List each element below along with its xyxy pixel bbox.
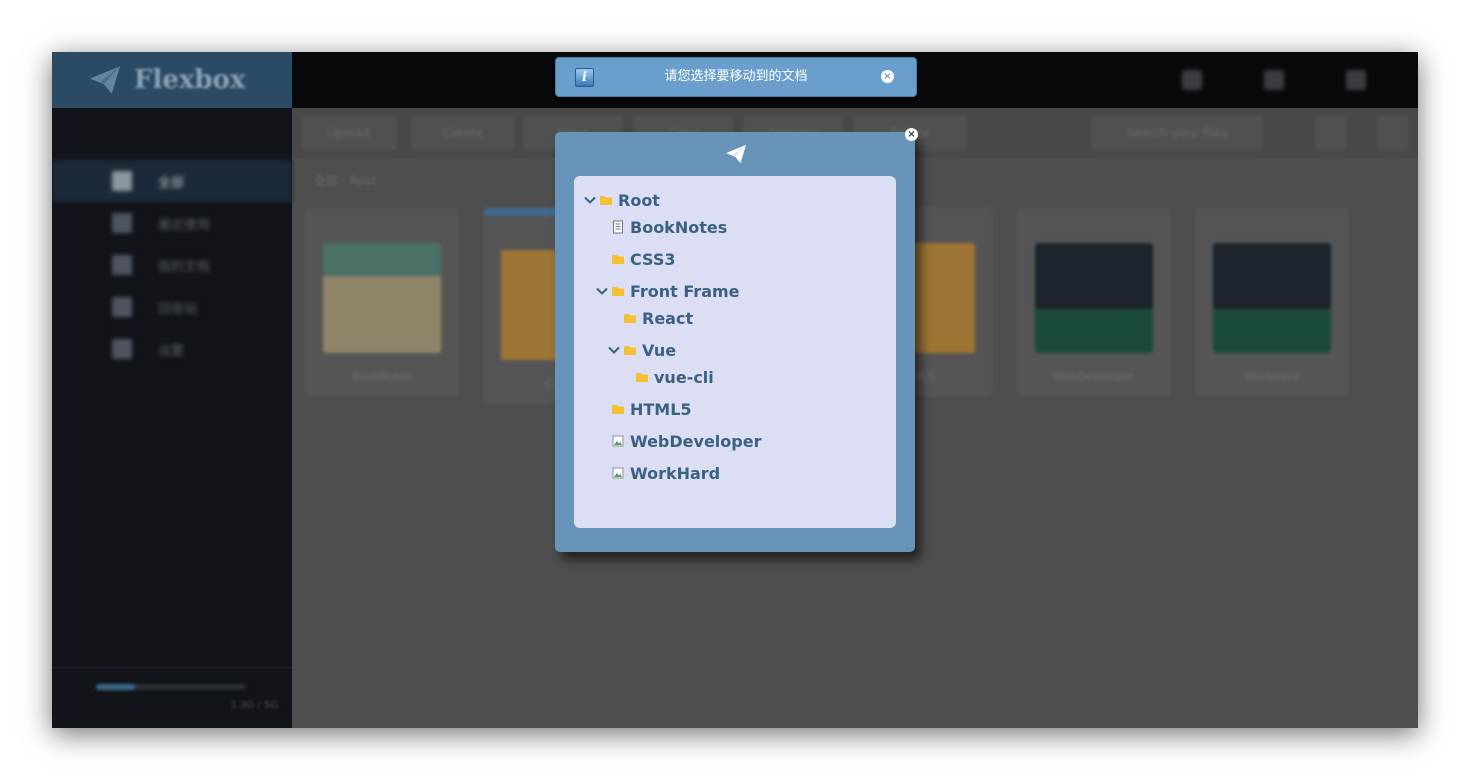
folder-icon xyxy=(611,284,625,298)
tree-node-label: Front Frame xyxy=(630,281,740,301)
file-card[interactable]: WorkHard xyxy=(1196,208,1348,396)
sidebar-nav: 全部 最近使用 我的文档 回收站 设置 xyxy=(52,160,292,370)
tree-node-css3[interactable]: CSS3 xyxy=(595,247,676,271)
notification-bar: i 请您选择要移动到的文档 × xyxy=(555,57,917,97)
tree-node-vue-cli[interactable]: vue-cli xyxy=(619,365,714,389)
tree-node-label: CSS3 xyxy=(630,249,676,269)
folder-icon xyxy=(623,343,637,357)
folder-icon xyxy=(599,193,613,207)
document-icon xyxy=(611,220,625,234)
tree-node-label: WebDeveloper xyxy=(630,431,762,451)
image-thumbnail-icon xyxy=(1213,243,1331,353)
folder-icon xyxy=(623,311,637,325)
folder-icon xyxy=(611,252,625,266)
sidebar: Flexbox 全部 最近使用 我的文档 回收站 设置 1.3G / 5G xyxy=(52,52,292,728)
tree-node-label: BookNotes xyxy=(630,217,728,237)
breadcrumb[interactable]: 全部 · Root xyxy=(314,172,377,189)
settings-icon xyxy=(112,339,132,359)
tree-node-webdeveloper[interactable]: WebDeveloper xyxy=(595,429,761,453)
notification-close-icon[interactable]: × xyxy=(881,70,894,83)
sidebar-item-label: 我的文档 xyxy=(158,259,211,275)
list-view-icon[interactable] xyxy=(1316,116,1346,150)
sidebar-item-all[interactable]: 全部 xyxy=(52,160,292,202)
sidebar-item-trash[interactable]: 回收站 xyxy=(52,286,292,328)
sidebar-item-label: 设置 xyxy=(158,343,185,359)
doc-thumbnail-icon xyxy=(323,243,441,353)
tree-node-label: Root xyxy=(618,190,660,210)
tree-node-root[interactable]: Root xyxy=(583,188,660,212)
sidebar-item-label: 最近使用 xyxy=(158,217,211,233)
create-button[interactable]: Create xyxy=(412,116,514,150)
tree-node-workhard[interactable]: WorkHard xyxy=(595,461,720,485)
file-name: WebDeveloper xyxy=(1053,370,1135,383)
chevron-down-icon[interactable] xyxy=(607,343,623,357)
search-input[interactable]: Search your files xyxy=(1092,116,1262,150)
documents-icon xyxy=(112,255,132,275)
storage-footer: 1.3G / 5G xyxy=(52,667,292,728)
tree-node-label: HTML5 xyxy=(630,399,692,419)
file-card[interactable]: BookNotes xyxy=(306,208,458,396)
paper-plane-icon xyxy=(726,144,746,164)
tree-node-label: vue-cli xyxy=(654,367,714,387)
logo-text: Flexbox xyxy=(134,65,246,95)
move-dialog: × Root BookNotes CSS3 Front Frame React … xyxy=(555,128,918,552)
sidebar-item-recent[interactable]: 最近使用 xyxy=(52,202,292,244)
storage-progress-fill xyxy=(96,684,135,690)
sidebar-item-documents[interactable]: 我的文档 xyxy=(52,244,292,286)
tree-node-booknotes[interactable]: BookNotes xyxy=(595,215,727,239)
paper-plane-logo-icon xyxy=(90,66,120,94)
info-icon: i xyxy=(575,68,594,87)
file-card[interactable]: WebDeveloper xyxy=(1018,208,1170,396)
chevron-down-icon[interactable] xyxy=(595,284,611,298)
file-name: WorkHard xyxy=(1244,370,1300,383)
folder-tree: Root BookNotes CSS3 Front Frame React Vu… xyxy=(574,176,896,528)
sidebar-item-settings[interactable]: 设置 xyxy=(52,328,292,370)
folder-icon xyxy=(611,402,625,416)
file-name: BookNotes xyxy=(352,370,412,383)
tree-node-react[interactable]: React xyxy=(607,306,693,330)
all-files-icon xyxy=(112,171,132,191)
sidebar-item-label: 全部 xyxy=(158,175,185,191)
tree-node-front-frame[interactable]: Front Frame xyxy=(595,279,740,303)
tree-node-html5[interactable]: HTML5 xyxy=(595,397,692,421)
tree-node-label: Vue xyxy=(642,340,677,360)
tree-node-label: WorkHard xyxy=(630,463,721,483)
grid-view-icon[interactable] xyxy=(1378,116,1408,150)
folder-icon xyxy=(635,370,649,384)
user-icon[interactable] xyxy=(1182,70,1202,90)
image-file-icon xyxy=(611,434,625,448)
power-icon[interactable] xyxy=(1346,70,1366,90)
image-thumbnail-icon xyxy=(1035,243,1153,353)
upload-button[interactable]: Upload xyxy=(302,116,396,150)
recent-icon xyxy=(112,213,132,233)
tree-node-label: React xyxy=(642,308,694,328)
notification-icon[interactable] xyxy=(1264,70,1284,90)
storage-progress xyxy=(96,684,246,690)
chevron-down-icon[interactable] xyxy=(583,193,599,207)
dialog-close-icon[interactable]: × xyxy=(905,128,918,141)
storage-text: 1.3G / 5G xyxy=(230,700,279,711)
trash-icon xyxy=(112,297,132,317)
sidebar-item-label: 回收站 xyxy=(158,301,198,317)
image-file-icon xyxy=(611,466,625,480)
tree-node-vue[interactable]: Vue xyxy=(607,338,676,362)
notification-message: 请您选择要移动到的文档 xyxy=(664,69,808,84)
logo: Flexbox xyxy=(52,52,292,108)
